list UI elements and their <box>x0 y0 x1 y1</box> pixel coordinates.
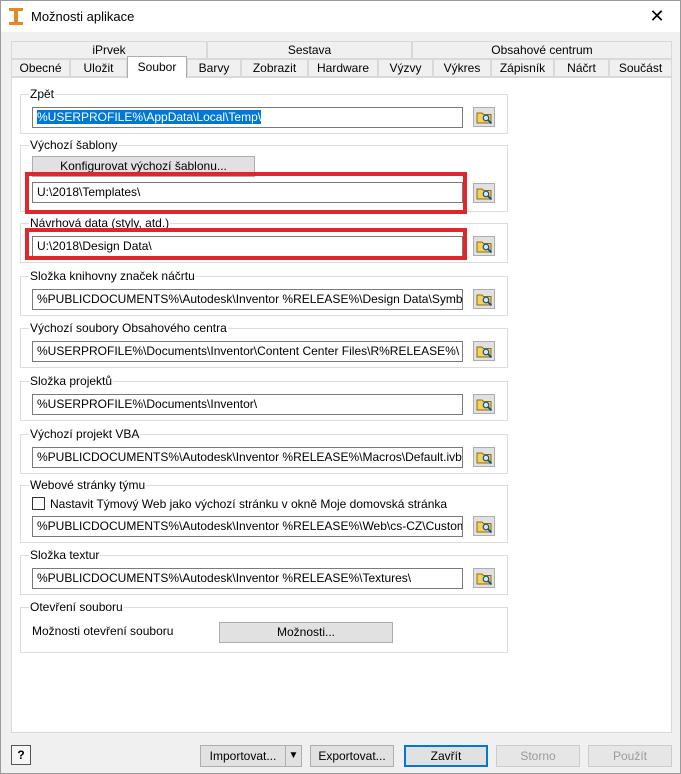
tab-sestava[interactable]: Sestava <box>207 41 412 59</box>
undo-path-input[interactable]: %USERPROFILE%\AppData\Local\Temp\ <box>32 107 463 128</box>
projects-path-value: %USERPROFILE%\Documents\Inventor\ <box>37 397 258 411</box>
team-web-path-value: %PUBLICDOCUMENTS%\Autodesk\Inventor %REL… <box>37 519 462 533</box>
soubor-tab-panel: Zpět %USERPROFILE%\AppData\Local\Temp\ V… <box>11 77 672 733</box>
tab-barvy[interactable]: Barvy <box>187 59 241 77</box>
tab-ulozit[interactable]: Uložit <box>70 59 127 77</box>
undo-path-value: %USERPROFILE%\AppData\Local\Temp\ <box>37 110 262 124</box>
folder-browse-icon <box>476 346 493 359</box>
design-data-browse-button[interactable] <box>473 236 495 256</box>
tab-obecne[interactable]: Obecné <box>11 59 70 77</box>
textures-path-value: %PUBLICDOCUMENTS%\Autodesk\Inventor %REL… <box>37 571 412 585</box>
group-label-projects: Složka projektů <box>29 374 114 388</box>
templates-path-input[interactable]: U:\2018\Templates\ <box>32 182 463 203</box>
sketch-symbols-path-input[interactable]: %PUBLICDOCUMENTS%\Autodesk\Inventor %REL… <box>32 289 463 310</box>
content-center-browse-button[interactable] <box>473 341 495 361</box>
group-label-sketch-symbols: Složka knihovny značek náčrtu <box>29 269 196 283</box>
design-data-path-value: U:\2018\Design Data\ <box>37 239 152 253</box>
chevron-down-icon: ▼ <box>288 750 299 761</box>
team-web-path-input[interactable]: %PUBLICDOCUMENTS%\Autodesk\Inventor %REL… <box>32 516 463 537</box>
vba-path-value: %PUBLICDOCUMENTS%\Autodesk\Inventor %REL… <box>37 450 462 464</box>
tab-row-bottom: Obecné Uložit Soubor Barvy Zobrazit Hard… <box>11 56 672 78</box>
group-team-web: Webové stránky týmu Nastavit Týmový Web … <box>20 478 508 543</box>
team-web-checkbox[interactable] <box>32 497 45 510</box>
group-sketch-symbols: Složka knihovny značek náčrtu %PUBLICDOC… <box>20 269 508 316</box>
import-dropdown-button[interactable]: ▼ <box>285 745 302 767</box>
templates-browse-button[interactable] <box>473 183 495 203</box>
group-label-team-web: Webové stránky týmu <box>29 478 147 492</box>
window-title: Možnosti aplikace <box>31 9 135 24</box>
help-button[interactable]: ? <box>11 745 31 765</box>
group-label-undo: Zpět <box>29 87 56 101</box>
templates-path-value: U:\2018\Templates\ <box>37 185 141 199</box>
tab-hardware[interactable]: Hardware <box>308 59 378 77</box>
window-close-button[interactable]: ✕ <box>634 1 680 32</box>
group-textures: Složka textur %PUBLICDOCUMENTS%\Autodesk… <box>20 548 508 595</box>
group-label-vba: Výchozí projekt VBA <box>29 427 141 441</box>
apply-button[interactable]: Použít <box>588 745 672 767</box>
cancel-button[interactable]: Storno <box>496 745 580 767</box>
sketch-symbols-browse-button[interactable] <box>473 289 495 309</box>
content-center-path-value: %USERPROFILE%\Documents\Inventor\Content… <box>37 344 460 358</box>
projects-path-input[interactable]: %USERPROFILE%\Documents\Inventor\ <box>32 394 463 415</box>
textures-browse-button[interactable] <box>473 568 495 588</box>
projects-browse-button[interactable] <box>473 394 495 414</box>
configure-templates-button[interactable]: Konfigurovat výchozí šablonu... <box>32 156 255 177</box>
close-button[interactable]: Zavřít <box>404 745 488 767</box>
tab-row-top: iPrvek Sestava Obsahové centrum <box>11 41 672 59</box>
export-button[interactable]: Exportovat... <box>310 745 394 767</box>
team-web-checkbox-label: Nastavit Týmový Web jako výchozí stránku… <box>50 497 448 511</box>
folder-browse-icon <box>476 188 493 201</box>
tab-zapisnik[interactable]: Zápisník <box>491 59 554 77</box>
group-label-content-center: Výchozí soubory Obsahového centra <box>29 321 228 335</box>
group-label-design-data: Návrhová data (styly, atd.) <box>29 216 171 230</box>
group-label-textures: Složka textur <box>29 548 101 562</box>
undo-browse-button[interactable] <box>473 107 495 127</box>
folder-browse-icon <box>476 241 493 254</box>
textures-path-input[interactable]: %PUBLICDOCUMENTS%\Autodesk\Inventor %REL… <box>32 568 463 589</box>
import-button[interactable]: Importovat... <box>200 745 286 767</box>
tab-soubor[interactable]: Soubor <box>127 56 187 78</box>
team-web-browse-button[interactable] <box>473 516 495 536</box>
folder-browse-icon <box>476 452 493 465</box>
tab-obsahove-centrum[interactable]: Obsahové centrum <box>412 41 672 59</box>
design-data-path-input[interactable]: U:\2018\Design Data\ <box>32 236 463 257</box>
folder-browse-icon <box>476 573 493 586</box>
group-undo: Zpět %USERPROFILE%\AppData\Local\Temp\ <box>20 87 508 134</box>
group-content-center: Výchozí soubory Obsahového centra %USERP… <box>20 321 508 368</box>
tab-soucast[interactable]: Součást <box>609 59 672 77</box>
group-vba: Výchozí projekt VBA %PUBLICDOCUMENTS%\Au… <box>20 427 508 474</box>
folder-browse-icon <box>476 112 493 125</box>
close-icon: ✕ <box>649 6 665 26</box>
vba-path-input[interactable]: %PUBLICDOCUMENTS%\Autodesk\Inventor %REL… <box>32 447 463 468</box>
vba-browse-button[interactable] <box>473 447 495 467</box>
sketch-symbols-path-value: %PUBLICDOCUMENTS%\Autodesk\Inventor %REL… <box>37 292 463 306</box>
tab-vyzvy[interactable]: Výzvy <box>378 59 433 77</box>
inventor-app-icon <box>9 8 23 25</box>
group-label-file-open: Otevření souboru <box>29 600 124 614</box>
group-projects: Složka projektů %USERPROFILE%\Documents\… <box>20 374 508 421</box>
tab-nacrt[interactable]: Náčrt <box>554 59 609 77</box>
file-open-options-label: Možnosti otevření souboru <box>32 624 174 638</box>
group-templates: Výchozí šablony Konfigurovat výchozí šab… <box>20 138 508 212</box>
tab-zobrazit[interactable]: Zobrazit <box>241 59 308 77</box>
group-label-templates: Výchozí šablony <box>29 138 119 152</box>
help-icon: ? <box>17 748 25 762</box>
content-center-path-input[interactable]: %USERPROFILE%\Documents\Inventor\Content… <box>32 341 463 362</box>
file-open-options-button[interactable]: Možnosti... <box>219 622 393 643</box>
folder-browse-icon <box>476 399 493 412</box>
folder-browse-icon <box>476 521 493 534</box>
options-dialog: Možnosti aplikace ✕ iPrvek Sestava Obsah… <box>0 0 681 774</box>
tab-vykres[interactable]: Výkres <box>433 59 491 77</box>
folder-browse-icon <box>476 294 493 307</box>
group-design-data: Návrhová data (styly, atd.) U:\2018\Desi… <box>20 216 508 263</box>
title-bar: Možnosti aplikace ✕ <box>1 1 680 32</box>
group-file-open: Otevření souboru Možnosti otevření soubo… <box>20 600 508 653</box>
